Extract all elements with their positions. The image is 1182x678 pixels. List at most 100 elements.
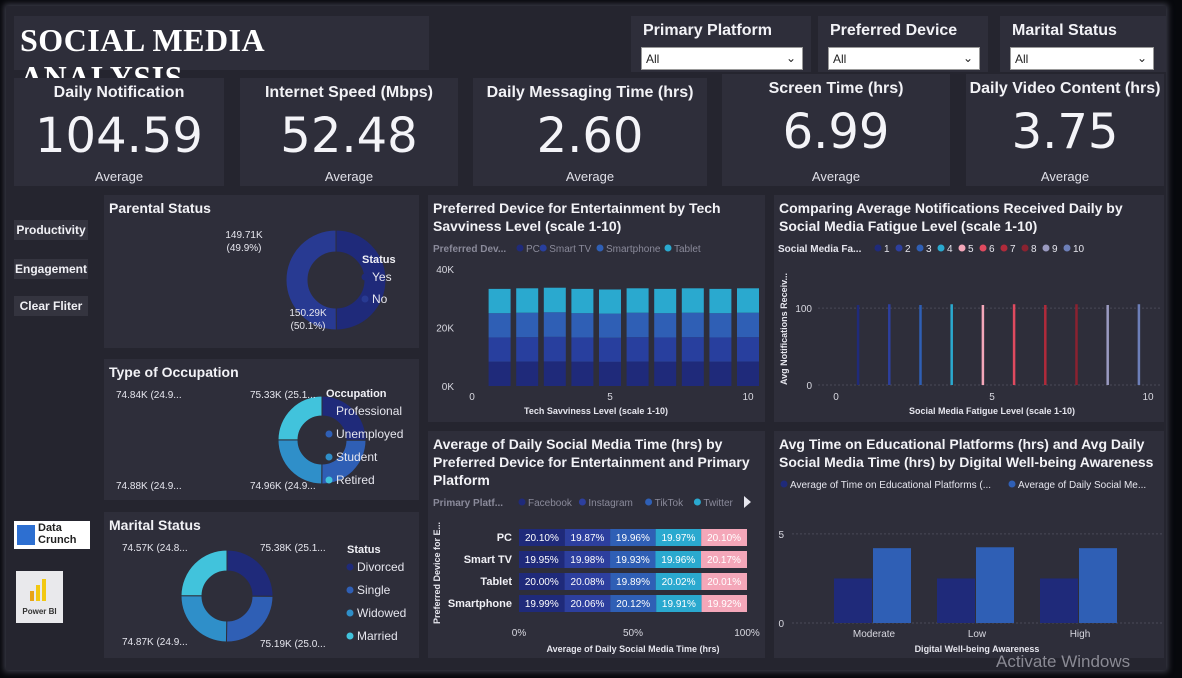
legend-item[interactable]: Average of Daily Social Me... (1018, 480, 1146, 491)
bar-segment[interactable] (681, 361, 704, 386)
bar-segment[interactable] (626, 361, 649, 386)
fatigue-bar[interactable] (856, 305, 860, 385)
bar-segment[interactable] (571, 313, 594, 338)
bar-segment[interactable] (654, 361, 677, 386)
column-bar[interactable] (937, 578, 975, 623)
bar-segment[interactable] (654, 337, 677, 362)
bar-segment[interactable] (737, 312, 759, 338)
legend-item[interactable]: Twitter (703, 498, 733, 509)
legend-item[interactable]: Student (336, 450, 378, 464)
legend-item[interactable]: TikTok (655, 498, 685, 509)
bar-segment[interactable] (626, 312, 649, 338)
legend-item[interactable]: Retired (336, 473, 375, 487)
legend-next-arrow-icon[interactable] (744, 496, 751, 508)
bar-segment[interactable] (626, 288, 649, 313)
bar-segment[interactable] (737, 337, 759, 362)
fatigue-bar[interactable] (1106, 305, 1109, 385)
donut-slice[interactable] (225, 595, 274, 643)
column-bar[interactable] (976, 547, 1014, 623)
legend-item[interactable]: Married (357, 629, 398, 643)
bar-segment[interactable] (571, 337, 594, 362)
bar-segment[interactable] (543, 336, 566, 362)
legend-item[interactable]: Smartphone (606, 244, 661, 255)
column-bar[interactable] (1079, 548, 1117, 623)
legend-item[interactable]: 3 (926, 244, 932, 255)
bar-segment[interactable] (709, 337, 732, 362)
slicer-preferred-device[interactable]: Preferred Device All ⌄ (818, 16, 988, 72)
fatigue-bar[interactable] (950, 304, 953, 385)
slicer-primary-platform[interactable]: Primary Platform All ⌄ (631, 16, 811, 72)
primary-platform-dropdown[interactable]: All ⌄ (641, 47, 803, 70)
bar-segment[interactable] (599, 337, 621, 362)
slicer-marital-status[interactable]: Marital Status All ⌄ (1000, 16, 1166, 72)
donut-slice[interactable] (180, 549, 228, 597)
bar-segment[interactable] (709, 288, 732, 314)
donut-slice[interactable] (226, 549, 274, 597)
legend-item[interactable]: Average of Time on Educational Platforms… (790, 480, 991, 491)
legend-item[interactable]: 5 (968, 244, 974, 255)
donut-slice[interactable] (180, 595, 228, 643)
bar-segment[interactable] (709, 361, 732, 386)
legend-item[interactable]: Single (357, 583, 391, 597)
bar-segment[interactable] (516, 337, 539, 362)
productivity-button[interactable]: Productivity (14, 220, 88, 240)
fatigue-bar[interactable] (1012, 304, 1016, 385)
legend-item[interactable]: 1 (884, 244, 890, 255)
bar-segment[interactable] (543, 361, 566, 386)
column-bar[interactable] (834, 578, 872, 623)
bar-segment[interactable] (681, 288, 704, 313)
legend-item[interactable]: Instagram (588, 498, 632, 509)
fatigue-bar[interactable] (1044, 305, 1047, 385)
legend-item[interactable]: No (372, 292, 388, 306)
bar-segment[interactable] (571, 361, 594, 386)
engagement-button[interactable]: Engagement (14, 259, 88, 279)
bar-segment[interactable] (599, 313, 621, 338)
bar-segment[interactable] (516, 288, 539, 313)
bar-segment[interactable] (543, 312, 566, 337)
bar-segment[interactable] (488, 337, 511, 362)
bar-segment[interactable] (737, 288, 759, 313)
legend-item[interactable]: Yes (372, 270, 392, 284)
legend-item[interactable]: 4 (947, 244, 953, 255)
legend-item[interactable]: 10 (1073, 244, 1085, 255)
bar-segment[interactable] (488, 288, 511, 314)
legend-item[interactable]: Professional (336, 404, 402, 418)
bar-segment[interactable] (599, 361, 621, 386)
bar-segment[interactable] (737, 361, 759, 386)
bar-segment[interactable] (571, 288, 594, 314)
bar-segment[interactable] (516, 361, 539, 386)
legend-item[interactable]: Unemployed (336, 427, 403, 441)
bar-segment[interactable] (626, 337, 649, 362)
marital-status-dropdown[interactable]: All ⌄ (1010, 47, 1154, 70)
column-bar[interactable] (873, 548, 911, 623)
bar-segment[interactable] (516, 312, 539, 338)
fatigue-bar[interactable] (888, 304, 891, 385)
legend-item[interactable]: 2 (905, 244, 911, 255)
fatigue-bar[interactable] (981, 305, 985, 385)
donut-slice[interactable] (277, 439, 323, 485)
legend-item[interactable]: 9 (1052, 244, 1058, 255)
bar-segment[interactable] (654, 313, 677, 338)
legend-item[interactable]: 7 (1010, 244, 1016, 255)
bar-segment[interactable] (681, 337, 704, 362)
bar-segment[interactable] (681, 312, 704, 338)
bar-segment[interactable] (543, 287, 566, 313)
fatigue-bar[interactable] (1137, 304, 1141, 385)
legend-item[interactable]: 6 (989, 244, 995, 255)
bar-segment[interactable] (488, 313, 511, 338)
column-bar[interactable] (1040, 578, 1078, 623)
fatigue-bar[interactable] (1075, 304, 1078, 385)
legend-item[interactable]: 8 (1031, 244, 1037, 255)
bar-segment[interactable] (709, 313, 732, 338)
donut-slice[interactable] (277, 395, 323, 441)
legend-item[interactable]: Tablet (674, 244, 701, 255)
legend-item[interactable]: Divorced (357, 560, 404, 574)
legend-item[interactable]: Facebook (528, 498, 573, 509)
preferred-device-dropdown[interactable]: All ⌄ (828, 47, 980, 70)
bar-segment[interactable] (488, 361, 511, 386)
fatigue-bar[interactable] (919, 305, 922, 385)
bar-segment[interactable] (654, 288, 677, 314)
bar-segment[interactable] (599, 289, 621, 314)
legend-item[interactable]: Widowed (357, 606, 406, 620)
clear-filter-button[interactable]: Clear Fliter (14, 296, 88, 316)
